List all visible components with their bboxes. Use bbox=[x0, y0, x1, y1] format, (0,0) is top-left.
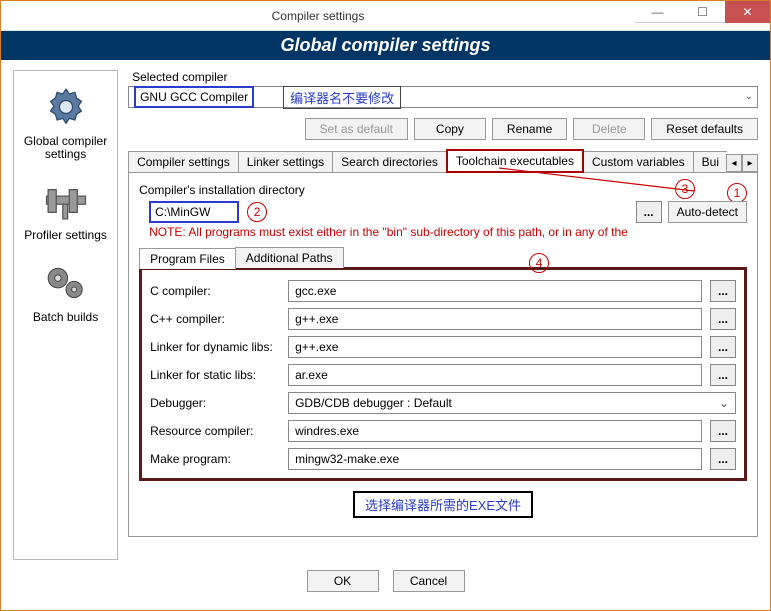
copy-button[interactable]: Copy bbox=[414, 118, 486, 140]
note-path: NOTE: All programs must exist either in … bbox=[149, 225, 747, 239]
selected-compiler-label: Selected compiler bbox=[132, 70, 758, 84]
sidebar-item-profiler[interactable]: Profiler settings bbox=[18, 171, 113, 246]
content-panel: Selected compiler GNU GCC Compiler 编译器名不… bbox=[128, 70, 758, 560]
gear-icon bbox=[36, 81, 96, 133]
program-files-box: C compiler: gcc.exe ... C++ compiler: g+… bbox=[139, 267, 747, 481]
tab-scroll-right[interactable]: ▸ bbox=[742, 154, 758, 172]
browse-dir-button[interactable]: ... bbox=[636, 201, 662, 223]
close-button[interactable]: ✕ bbox=[725, 1, 770, 23]
debugger-select[interactable]: GDB/CDB debugger : Default bbox=[288, 392, 736, 414]
banner-title: Global compiler settings bbox=[1, 31, 770, 60]
c-compiler-input[interactable]: gcc.exe bbox=[288, 280, 702, 302]
annotation-marker-2: 2 bbox=[247, 202, 267, 222]
tab-content: 1 3 4 Compiler's installation directory … bbox=[128, 173, 758, 537]
install-dir-label: Compiler's installation directory bbox=[139, 183, 747, 197]
autodetect-button[interactable]: Auto-detect bbox=[668, 201, 747, 223]
linker-dynamic-label: Linker for dynamic libs: bbox=[150, 340, 280, 354]
make-program-input[interactable]: mingw32-make.exe bbox=[288, 448, 702, 470]
tab-bar: Compiler settings Linker settings Search… bbox=[128, 148, 758, 173]
cancel-button[interactable]: Cancel bbox=[393, 570, 465, 592]
gears-icon bbox=[36, 257, 96, 309]
cpp-compiler-input[interactable]: g++.exe bbox=[288, 308, 702, 330]
debugger-label: Debugger: bbox=[150, 396, 280, 410]
ok-button[interactable]: OK bbox=[307, 570, 379, 592]
sidebar-item-label: Batch builds bbox=[33, 311, 98, 324]
tab-custom-variables[interactable]: Custom variables bbox=[583, 151, 694, 172]
window-title: Compiler settings bbox=[1, 9, 635, 23]
install-dir-input[interactable]: C:\MinGW bbox=[149, 201, 239, 223]
c-compiler-label: C compiler: bbox=[150, 284, 280, 298]
resource-compiler-label: Resource compiler: bbox=[150, 424, 280, 438]
sidebar-item-label: Profiler settings bbox=[24, 229, 107, 242]
annotation-exe-note: 选择编译器所需的EXE文件 bbox=[353, 491, 533, 518]
linker-static-label: Linker for static libs: bbox=[150, 368, 280, 382]
minimize-button[interactable]: — bbox=[635, 1, 680, 23]
make-program-label: Make program: bbox=[150, 452, 280, 466]
sidebar-item-label: Global compiler settings bbox=[20, 135, 111, 161]
delete-button[interactable]: Delete bbox=[573, 118, 645, 140]
compiler-select[interactable]: GNU GCC Compiler 编译器名不要修改 ⌄ bbox=[128, 86, 758, 108]
tab-search-directories[interactable]: Search directories bbox=[332, 151, 447, 172]
c-compiler-browse[interactable]: ... bbox=[710, 280, 736, 302]
rename-button[interactable]: Rename bbox=[492, 118, 567, 140]
compiler-value: GNU GCC Compiler bbox=[134, 86, 254, 108]
linker-static-browse[interactable]: ... bbox=[710, 364, 736, 386]
window-controls: — ☐ ✕ bbox=[635, 1, 770, 30]
annotation-compiler-name: 编译器名不要修改 bbox=[283, 86, 401, 109]
tab-scroll-left[interactable]: ◂ bbox=[726, 154, 742, 172]
cpp-compiler-label: C++ compiler: bbox=[150, 312, 280, 326]
linker-dynamic-input[interactable]: g++.exe bbox=[288, 336, 702, 358]
sidebar-item-batch[interactable]: Batch builds bbox=[18, 253, 113, 328]
tab-toolchain-executables[interactable]: Toolchain executables bbox=[446, 149, 584, 173]
make-program-browse[interactable]: ... bbox=[710, 448, 736, 470]
titlebar: Compiler settings — ☐ ✕ bbox=[1, 1, 770, 31]
sidebar-item-global-compiler[interactable]: Global compiler settings bbox=[18, 77, 113, 165]
cpp-compiler-browse[interactable]: ... bbox=[710, 308, 736, 330]
resource-compiler-browse[interactable]: ... bbox=[710, 420, 736, 442]
maximize-button[interactable]: ☐ bbox=[680, 1, 725, 23]
set-default-button[interactable]: Set as default bbox=[305, 118, 408, 140]
sidebar: Global compiler settings Profiler settin… bbox=[13, 70, 118, 560]
chevron-down-icon: ⌄ bbox=[745, 91, 753, 102]
tab-build-options[interactable]: Bui bbox=[693, 151, 727, 172]
subtab-program-files[interactable]: Program Files bbox=[139, 248, 236, 269]
subtab-additional-paths[interactable]: Additional Paths bbox=[235, 247, 344, 268]
tab-compiler-settings[interactable]: Compiler settings bbox=[128, 151, 239, 172]
linker-dynamic-browse[interactable]: ... bbox=[710, 336, 736, 358]
resource-compiler-input[interactable]: windres.exe bbox=[288, 420, 702, 442]
linker-static-input[interactable]: ar.exe bbox=[288, 364, 702, 386]
caliper-icon bbox=[36, 175, 96, 227]
reset-defaults-button[interactable]: Reset defaults bbox=[651, 118, 758, 140]
tab-linker-settings[interactable]: Linker settings bbox=[238, 151, 333, 172]
